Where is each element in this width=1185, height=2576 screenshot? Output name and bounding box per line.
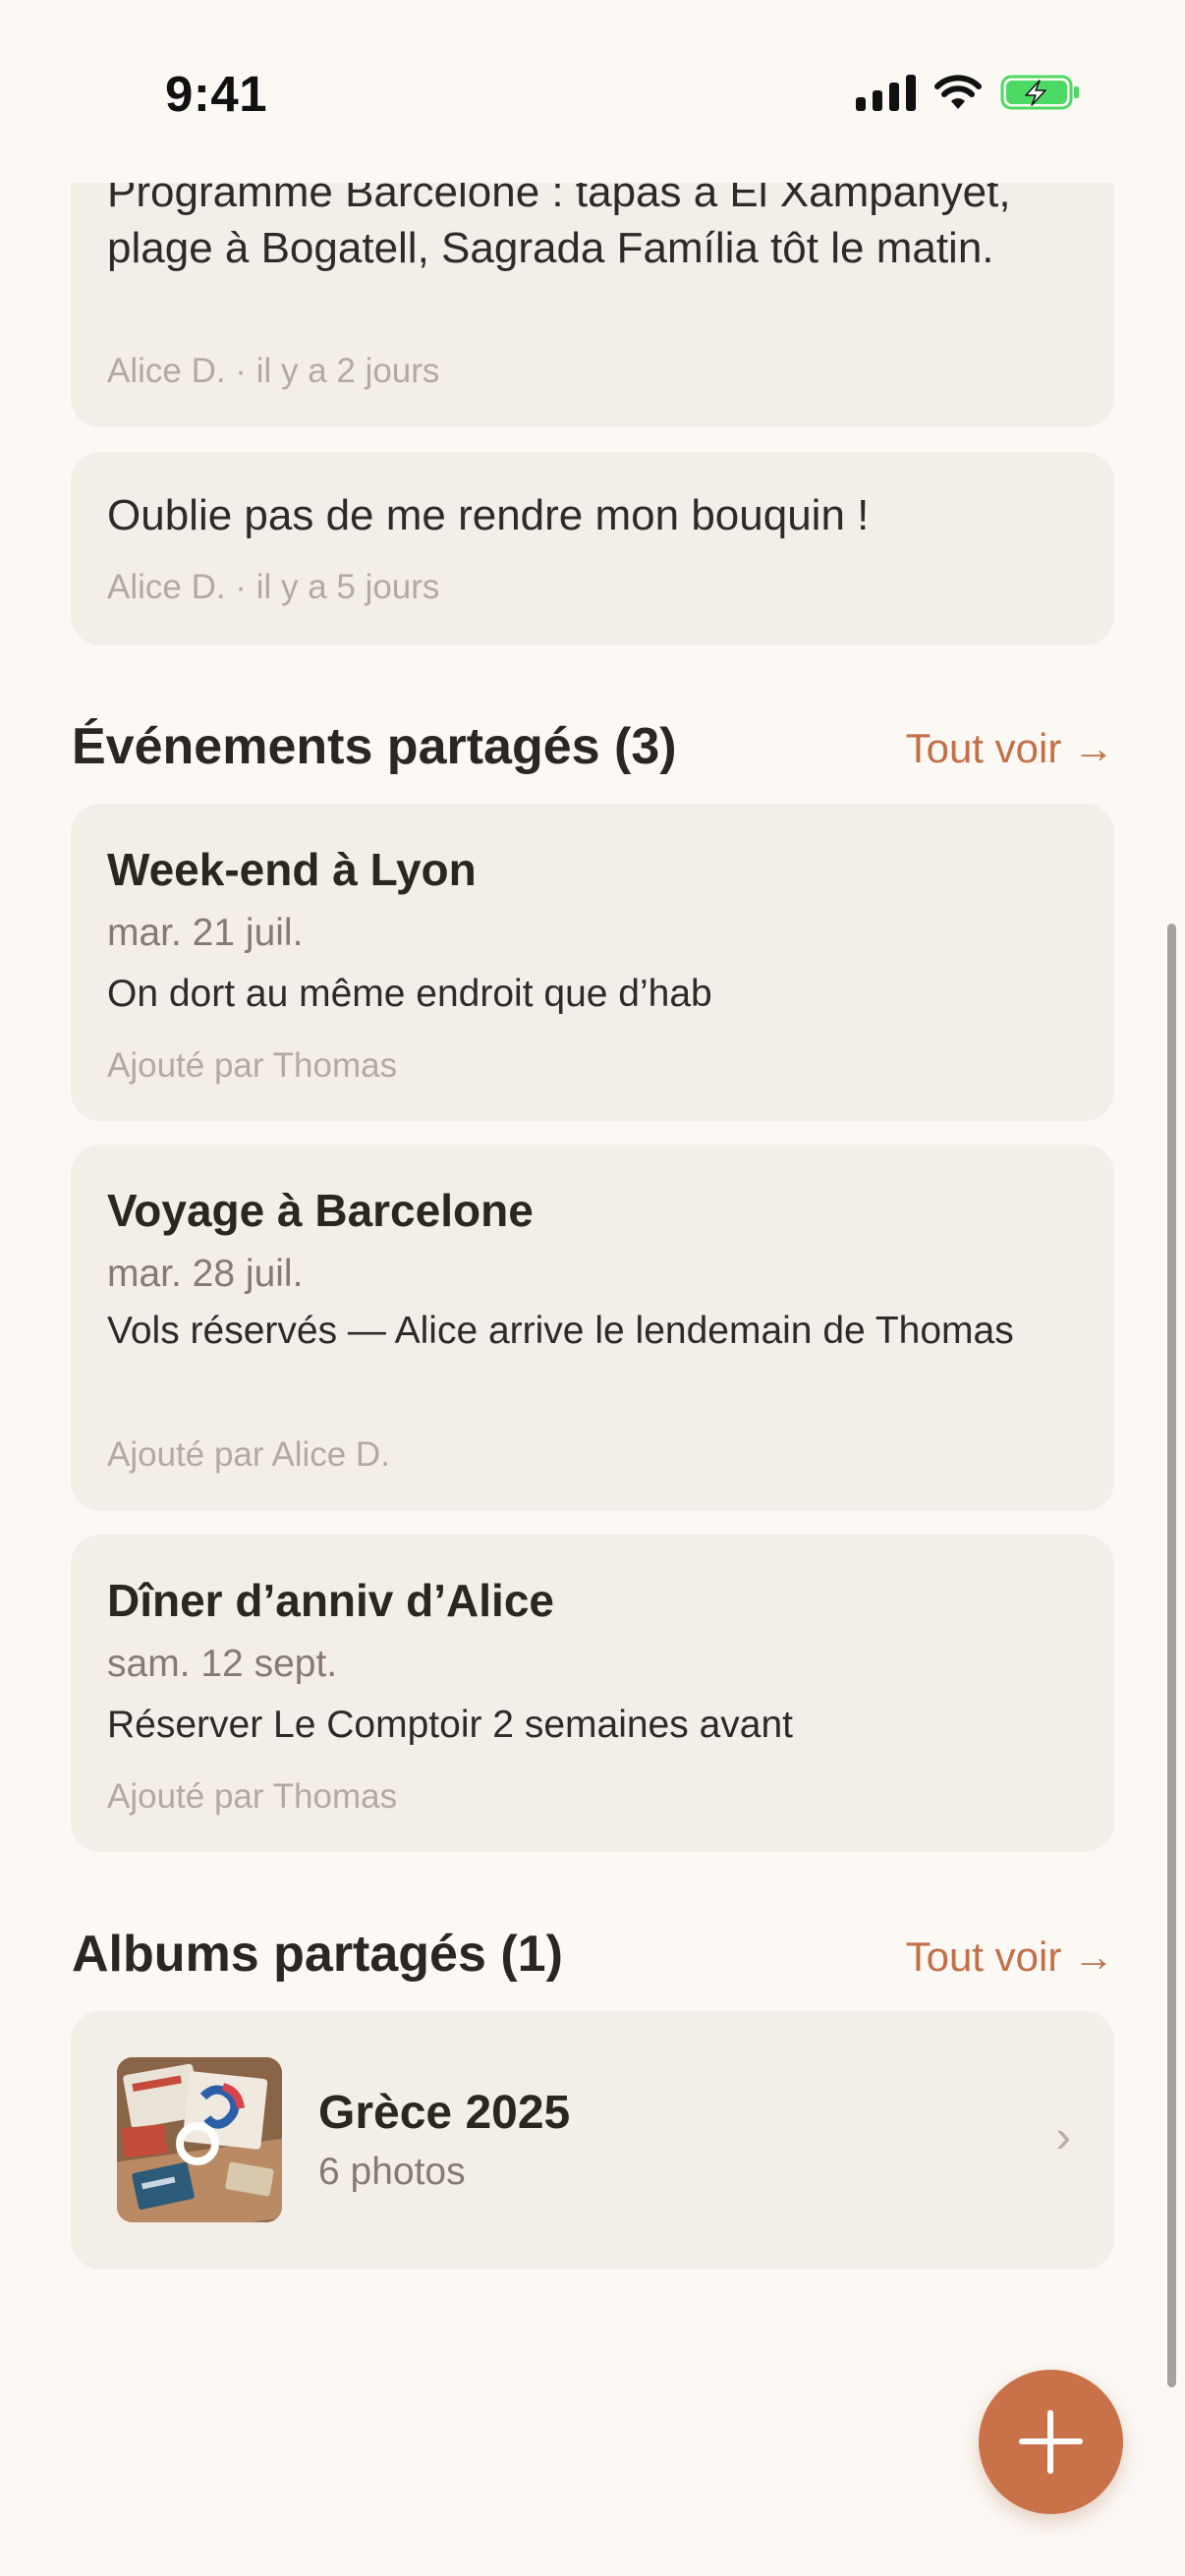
- screen: Programme Barcelone : tapas à El Xampany…: [0, 0, 1185, 2576]
- chevron-right-icon: ›: [1055, 2110, 1071, 2161]
- note-meta: Alice D. · il y a 5 jours: [107, 568, 440, 606]
- event-added-by: Ajouté par Thomas: [107, 1046, 398, 1085]
- event-description: Réserver Le Comptoir 2 semaines avant: [107, 1704, 793, 1746]
- album-thumbnail-image: [117, 2057, 282, 2222]
- cellular-signal-icon: [856, 74, 916, 111]
- event-description: Vols réservés — Alice arrive le lendemai…: [107, 1310, 1014, 1352]
- battery-charging-icon: [1000, 75, 1079, 110]
- events-section-title: Événements partagés (3): [72, 718, 677, 775]
- event-card[interactable]: Voyage à Barcelone mar. 28 juil. Vols ré…: [71, 1145, 1114, 1511]
- events-see-all-link[interactable]: Tout voir →: [906, 725, 1114, 772]
- note-card[interactable]: Oublie pas de me rendre mon bouquin ! Al…: [71, 452, 1114, 645]
- event-added-by: Ajouté par Thomas: [107, 1777, 398, 1816]
- album-photo-count: 6 photos: [318, 2151, 466, 2193]
- event-title: Week-end à Lyon: [107, 844, 477, 895]
- event-date: sam. 12 sept.: [107, 1643, 338, 1685]
- album-thumbnail: [117, 2057, 282, 2222]
- note-text: Oublie pas de me rendre mon bouquin !: [107, 491, 870, 539]
- status-bar: 9:41: [0, 0, 1185, 183]
- event-card[interactable]: Dîner d’anniv d’Alice sam. 12 sept. Rése…: [71, 1535, 1114, 1852]
- albums-section-title: Albums partagés (1): [72, 1926, 563, 1983]
- event-added-by: Ajouté par Alice D.: [107, 1435, 390, 1474]
- event-title: Voyage à Barcelone: [107, 1185, 534, 1236]
- album-title: Grèce 2025: [318, 2087, 571, 2139]
- wifi-icon: [934, 75, 982, 109]
- status-icons: [856, 73, 1081, 112]
- albums-see-all-link[interactable]: Tout voir →: [906, 1933, 1114, 1981]
- event-date: mar. 21 juil.: [107, 912, 304, 954]
- album-card[interactable]: Grèce 2025 6 photos ›: [71, 2011, 1114, 2269]
- event-date: mar. 28 juil.: [107, 1253, 304, 1295]
- note-meta: Alice D. · il y a 2 jours: [107, 352, 440, 390]
- event-title: Dîner d’anniv d’Alice: [107, 1575, 554, 1626]
- event-description: On dort au même endroit que d’hab: [107, 973, 712, 1015]
- add-button[interactable]: [979, 2370, 1123, 2514]
- scrollbar[interactable]: [1167, 924, 1176, 2387]
- status-time: 9:41: [165, 66, 268, 122]
- event-card[interactable]: Week-end à Lyon mar. 21 juil. On dort au…: [71, 804, 1114, 1121]
